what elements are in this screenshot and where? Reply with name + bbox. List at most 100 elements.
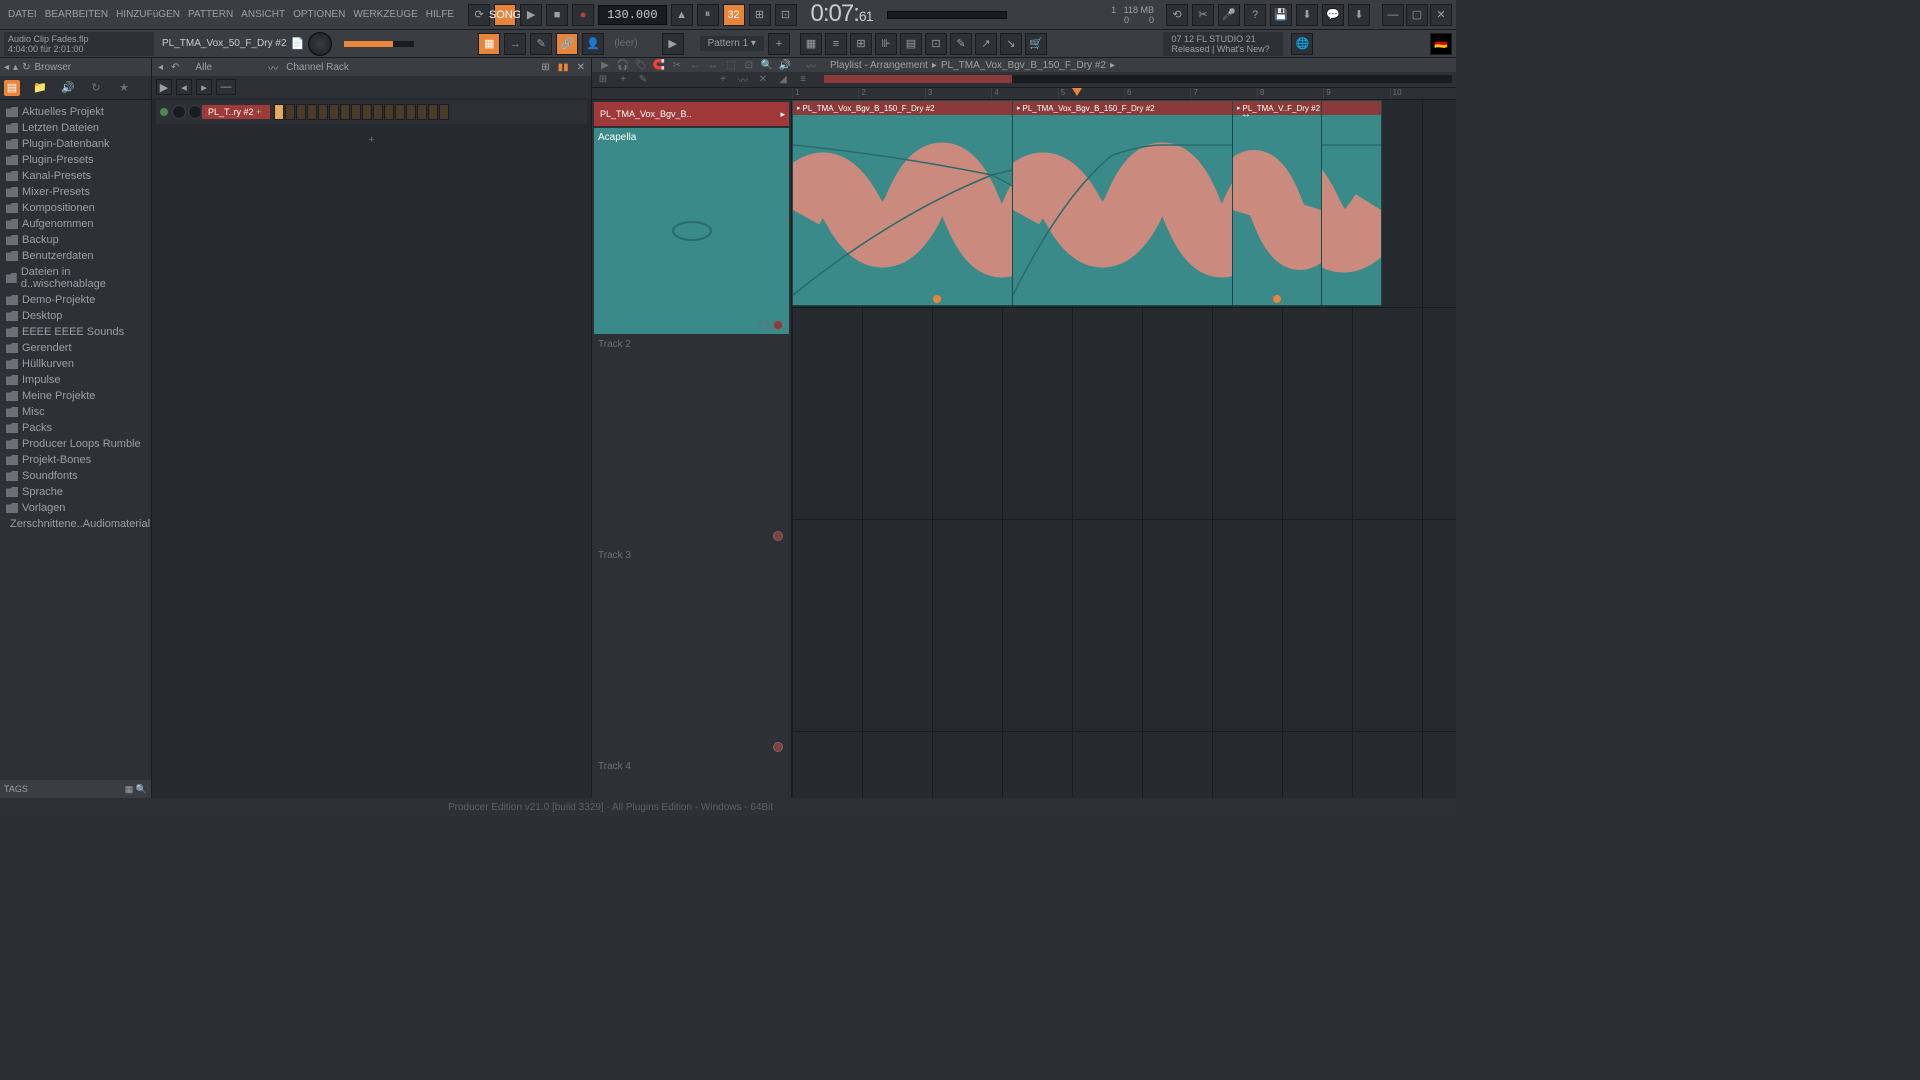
snap-display[interactable]: 32 <box>723 4 745 26</box>
sync-icon[interactable]: ⟳ <box>468 4 490 26</box>
clip-source[interactable]: PL_TMA_Vox_Bgv_B.. <box>594 102 789 126</box>
step[interactable] <box>307 104 317 120</box>
step[interactable] <box>362 104 372 120</box>
cr-back-icon[interactable]: ◂ <box>158 62 163 73</box>
globe-icon[interactable]: 🌐 <box>1291 33 1313 55</box>
save-icon[interactable]: 💾 <box>1270 4 1292 26</box>
step[interactable] <box>285 104 295 120</box>
menu-options[interactable]: OPTIONEN <box>289 6 349 23</box>
shop-button[interactable]: 🛒 <box>1025 33 1047 55</box>
volume-slider[interactable] <box>344 41 414 47</box>
menu-view[interactable]: ANSICHT <box>237 6 289 23</box>
metronome-icon[interactable]: ▲ <box>671 4 693 26</box>
pl-speaker-icon[interactable]: 🔊 <box>778 58 792 72</box>
play-button[interactable]: ▶ <box>520 4 542 26</box>
tags-label[interactable]: TAGS <box>4 784 28 794</box>
fade-out-handle[interactable] <box>933 295 941 303</box>
time-display[interactable]: 0:07:61 <box>811 0 873 29</box>
cr-grid-icon[interactable]: ⊞ <box>541 62 549 73</box>
cr-play-button[interactable]: ▶ <box>156 79 172 95</box>
tree-item[interactable]: Kanal-Presets <box>0 168 151 184</box>
record-button[interactable]: ● <box>572 4 594 26</box>
view-cr-button[interactable]: ✎ <box>530 33 552 55</box>
view-pl-button[interactable]: ▦ <box>478 33 500 55</box>
pr-view-button[interactable]: ≡ <box>825 33 847 55</box>
step[interactable] <box>384 104 394 120</box>
add-channel-button[interactable]: + <box>152 126 591 154</box>
pl-add2-button[interactable]: + <box>716 72 730 86</box>
loop-icon[interactable]: ⊡ <box>775 4 797 26</box>
view-br-button[interactable]: 👤 <box>582 33 604 55</box>
playlist-ruler[interactable]: 123 456 789 10 <box>592 88 1456 100</box>
pl-audio-button[interactable]: 〰 <box>736 72 750 86</box>
cr-piano-icon[interactable]: ▮▮ <box>558 62 569 73</box>
cut-icon[interactable]: ✂ <box>1192 4 1214 26</box>
download-icon[interactable]: ⬇ <box>1348 4 1370 26</box>
tree-item[interactable]: Zerschnittene..Audiomaterial <box>0 516 151 532</box>
tree-item[interactable]: Gerendert <box>0 340 151 356</box>
tool-e-button[interactable]: ↘ <box>1000 33 1022 55</box>
bpm-display[interactable]: 130.000 <box>598 5 666 25</box>
cr-opt2-button[interactable]: ▸ <box>196 79 212 95</box>
menu-file[interactable]: DATEI <box>4 6 41 23</box>
count-icon[interactable]: ⊞ <box>749 4 771 26</box>
step[interactable] <box>351 104 361 120</box>
menu-edit[interactable]: BEARBEITEN <box>41 6 112 23</box>
step-sequencer[interactable] <box>274 104 449 120</box>
channel-led[interactable] <box>160 108 168 116</box>
tree-item[interactable]: Vorlagen <box>0 500 151 516</box>
step[interactable] <box>417 104 427 120</box>
pl-fwd-icon[interactable]: ↔ <box>706 58 720 72</box>
step[interactable] <box>340 104 350 120</box>
cr-opt3-button[interactable]: — <box>216 79 236 95</box>
menu-pattern[interactable]: PATTERN <box>184 6 237 23</box>
tree-item[interactable]: Backup <box>0 232 151 248</box>
fade-handle[interactable] <box>1273 295 1281 303</box>
menu-tools[interactable]: WERKZEUGE <box>349 6 421 23</box>
pl-grid-button[interactable]: ⊞ <box>596 72 610 86</box>
browser-tile-icon[interactable]: ▦ <box>125 784 134 794</box>
tool-a-button[interactable]: ▤ <box>900 33 922 55</box>
step[interactable] <box>373 104 383 120</box>
mx-view-button[interactable]: ⊪ <box>875 33 897 55</box>
tree-item[interactable]: Sprache <box>0 484 151 500</box>
tree-item[interactable]: EEEE EEEE Sounds <box>0 324 151 340</box>
menu-add[interactable]: HINZUFüGEN <box>112 6 184 23</box>
pattern-select[interactable]: Pattern 1 ▾ <box>700 36 764 51</box>
maximize-button[interactable]: ▢ <box>1406 4 1428 26</box>
audio-clip[interactable]: PL_TMA_V..F_Dry #2 <box>1232 100 1322 306</box>
browser-fav-icon[interactable]: ★ <box>116 80 132 96</box>
pl-sel-icon[interactable]: ⬚ <box>724 58 738 72</box>
track-lane[interactable] <box>792 520 1456 732</box>
clip-label[interactable]: PL_TMA_Vox_Bgv_B_150_F_Dry #2 <box>1013 101 1381 115</box>
browser-all-icon[interactable]: ▤ <box>4 80 20 96</box>
tool-c-button[interactable]: ✎ <box>950 33 972 55</box>
view-mx-button[interactable]: 🔗 <box>556 33 578 55</box>
pl-cut-icon[interactable]: ✂ <box>670 58 684 72</box>
pl-search-icon[interactable]: 🔍 <box>760 58 774 72</box>
view-pr-button[interactable]: → <box>504 33 526 55</box>
cr-undo-icon[interactable]: ↶ <box>171 62 179 73</box>
step[interactable] <box>318 104 328 120</box>
playlist-tracks-area[interactable]: PL_TMA_Vox_Bgv_B_150_F_Dry #2 PL_TMA_Vox… <box>792 100 1456 798</box>
tree-item[interactable]: Demo-Projekte <box>0 292 151 308</box>
track-header-2[interactable]: Track 2 <box>594 335 789 545</box>
playhead-marker[interactable] <box>1072 88 1082 96</box>
browser-plugin-icon[interactable]: 📁 <box>32 80 48 96</box>
tree-item[interactable]: Mixer-Presets <box>0 184 151 200</box>
pan-knob[interactable] <box>308 32 332 56</box>
browser-audio-icon[interactable]: 🔊 <box>60 80 76 96</box>
chat-icon[interactable]: 💬 <box>1322 4 1344 26</box>
channel-pan-knob[interactable] <box>172 105 186 119</box>
flag-icon[interactable]: 🇩🇪 <box>1430 33 1452 55</box>
browser-search-icon[interactable]: 🔍 <box>136 784 147 794</box>
cr-view-button[interactable]: ⊞ <box>850 33 872 55</box>
menu-help[interactable]: HILFE <box>422 6 458 23</box>
channel-vol-knob[interactable] <box>188 105 202 119</box>
track-header-3[interactable]: Track 3 <box>594 546 789 756</box>
step[interactable] <box>274 104 284 120</box>
wait-icon[interactable]: ⏸ <box>697 4 719 26</box>
undo-icon[interactable]: ⟲ <box>1166 4 1188 26</box>
tree-item[interactable]: Meine Projekte <box>0 388 151 404</box>
mic-icon[interactable]: 🎤 <box>1218 4 1240 26</box>
